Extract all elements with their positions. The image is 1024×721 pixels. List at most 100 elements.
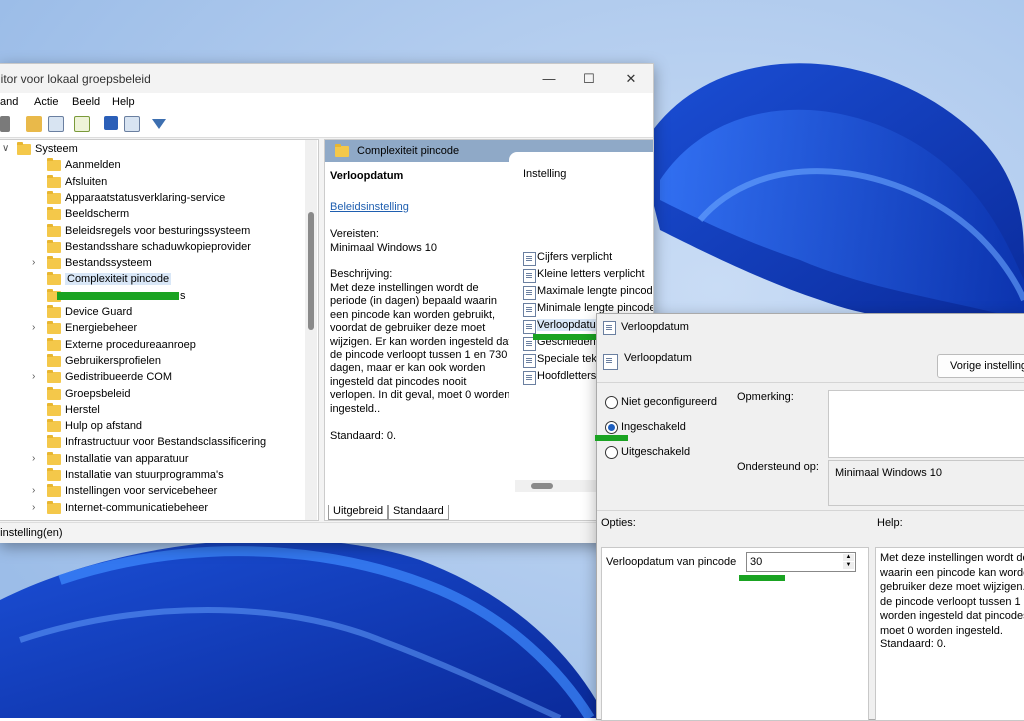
supported-field: Minimaal Windows 10 xyxy=(828,460,1024,506)
tree-item[interactable]: › Instellingen voor servicebeheer xyxy=(0,484,300,500)
export-list-icon[interactable] xyxy=(74,116,90,132)
tree-item[interactable]: Infrastructuur voor Bestandsclassificeri… xyxy=(0,435,300,451)
tree-item[interactable]: Complexiteit pincode xyxy=(0,272,300,288)
column-header-instelling[interactable]: Instelling xyxy=(523,168,566,180)
tree-scrollbar-thumb[interactable] xyxy=(308,212,314,330)
setting-row[interactable]: Cijfers verplicht xyxy=(521,250,653,266)
dialog-heading: Verloopdatum xyxy=(624,352,692,364)
filter-icon[interactable] xyxy=(152,119,166,129)
tree-item-label: Externe procedureaanroep xyxy=(65,338,196,351)
options-divider xyxy=(597,510,1024,511)
setting-row[interactable]: Kleine letters verplicht xyxy=(521,267,653,283)
tree-scrollbar[interactable] xyxy=(305,140,317,520)
folder-icon xyxy=(47,386,61,400)
close-button[interactable]: ✕ xyxy=(614,68,648,90)
chevron-right-icon[interactable]: › xyxy=(32,371,35,382)
tree-item[interactable]: Gebruikersprofielen xyxy=(0,353,300,370)
radio-disabled[interactable] xyxy=(605,446,618,459)
supported-value: Minimaal Windows 10 xyxy=(835,467,942,479)
chevron-right-icon[interactable]: › xyxy=(32,485,35,496)
tree-item[interactable]: › Installatie van apparatuur xyxy=(0,451,300,468)
tree-item[interactable]: Installatie van stuurprogramma's xyxy=(0,468,300,484)
folder-icon xyxy=(47,337,61,351)
navigation-tree: ∨ Systeem Aanmelden Afsluiten Apparaatstatus… xyxy=(0,139,319,521)
radio-not-configured-label[interactable]: Niet geconfigureerd xyxy=(621,396,717,408)
tree-item[interactable]: Hulp op afstand xyxy=(0,419,300,435)
tree-item-label: Installatie van apparatuur xyxy=(65,452,189,465)
radio-enabled[interactable] xyxy=(605,421,618,434)
chevron-right-icon[interactable]: › xyxy=(32,453,35,464)
tree-item-label: Apparaatstatusverklaring-service xyxy=(65,191,226,204)
tree-item-label: Internet-communicatiebeheer xyxy=(65,501,209,514)
radio-enabled-label[interactable]: Ingeschakeld xyxy=(621,421,686,433)
tree-item[interactable]: Groepsbeleid xyxy=(0,386,300,403)
tree-item[interactable]: › Energiebeheer xyxy=(0,321,300,337)
tree-item[interactable]: Device Guard xyxy=(0,305,300,321)
folder-icon xyxy=(47,321,61,335)
tree-item[interactable]: › Bestandssysteem xyxy=(0,256,300,272)
policy-setting-icon xyxy=(523,320,536,334)
tree-item-label: Groepsbeleid xyxy=(65,387,131,400)
menu-help[interactable]: Help xyxy=(112,96,135,108)
setting-icon xyxy=(603,354,618,370)
policy-setting-link[interactable]: Beleidsinstelling xyxy=(330,201,409,213)
folder-icon xyxy=(47,239,61,253)
spin-up-icon[interactable]: ▲ xyxy=(843,554,854,561)
setting-row[interactable]: Maximale lengte pincode xyxy=(521,284,653,300)
comment-field[interactable] xyxy=(828,390,1024,458)
tree-item-label: Systeem xyxy=(35,143,78,155)
tree-item-label: Bestandssysteem xyxy=(65,257,152,270)
tree-item[interactable]: Beeldscherm xyxy=(0,207,300,223)
menu-beeld[interactable]: Beeld xyxy=(72,96,100,108)
title-bar[interactable]: Editor voor lokaal groepsbeleid — ☐ ✕ xyxy=(0,64,653,93)
tree-item[interactable]: ∨ Systeem xyxy=(0,142,300,158)
spin-down-icon[interactable]: ▼ xyxy=(843,562,854,569)
expiration-spinbox[interactable]: 30 ▲ ▼ xyxy=(746,552,856,572)
forward-arrow-icon[interactable] xyxy=(0,116,10,132)
chevron-down-icon[interactable]: ∨ xyxy=(2,143,9,154)
tab-standaard[interactable]: Standaard xyxy=(388,505,449,520)
folder-icon xyxy=(47,158,61,172)
highlight-marker xyxy=(739,575,785,581)
folder-icon xyxy=(47,419,61,433)
help-panel: Met deze instellingen wordt de periode (… xyxy=(875,547,1024,721)
tree-item-label: Complexiteit pincode xyxy=(65,273,172,286)
folder-icon xyxy=(47,451,61,465)
menu-bestand[interactable]: Bestand xyxy=(0,96,18,108)
chevron-right-icon[interactable]: › xyxy=(32,257,35,268)
tree-item[interactable]: Beleidsregels voor besturingssysteem xyxy=(0,223,300,240)
tab-uitgebreid[interactable]: Uitgebreid xyxy=(328,505,389,520)
chevron-right-icon[interactable]: › xyxy=(32,322,35,333)
show-hide-tree-icon[interactable] xyxy=(48,116,64,132)
tree-item[interactable]: › Gedistribueerde COM xyxy=(0,370,300,386)
policy-setting-icon xyxy=(523,371,536,385)
tree-item-label: Instellingen voor servicebeheer xyxy=(65,485,218,498)
tree-item[interactable]: Externe procedureaanroep xyxy=(0,337,300,354)
tree-item[interactable]: Bestandsshare schaduwkopieprovider xyxy=(0,239,300,256)
help-icon[interactable] xyxy=(104,116,118,130)
previous-setting-button[interactable]: Vorige instelling xyxy=(937,354,1024,378)
chevron-right-icon[interactable]: › xyxy=(32,502,35,513)
requirements-value: Minimaal Windows 10 xyxy=(330,242,437,254)
tree-item[interactable]: Herstel xyxy=(0,402,300,419)
tree-item[interactable]: › Internet-communicatiebeheer xyxy=(0,500,300,517)
dialog-title: Verloopdatum xyxy=(621,321,689,333)
dialog-title-icon xyxy=(603,321,616,335)
radio-not-configured[interactable] xyxy=(605,396,618,409)
maximize-button[interactable]: ☐ xyxy=(572,68,606,90)
radio-disabled-label[interactable]: Uitgeschakeld xyxy=(621,446,690,458)
tree-item[interactable]: Afsluiten xyxy=(0,174,300,191)
tree-item-label: Bestandsshare schaduwkopieprovider xyxy=(65,240,251,253)
minimize-button[interactable]: — xyxy=(532,68,566,90)
list-scrollbar-thumb[interactable] xyxy=(531,483,553,489)
expiration-value[interactable]: 30 xyxy=(750,556,762,568)
options-panel: Verloopdatum van pincode 30 ▲ ▼ xyxy=(601,547,869,721)
tree-item-label: Gedistribueerde COM xyxy=(65,371,172,384)
tree-item[interactable]: Aanmelden xyxy=(0,158,300,174)
up-folder-icon[interactable] xyxy=(26,116,42,132)
help-default-text: Standaard: 0. xyxy=(880,638,947,650)
menu-bar: Bestand Actie Beeld Help xyxy=(0,93,653,113)
menu-actie[interactable]: Actie xyxy=(34,96,58,108)
properties-icon[interactable] xyxy=(124,116,140,132)
tree-item[interactable]: Apparaatstatusverklaring-service xyxy=(0,190,300,207)
